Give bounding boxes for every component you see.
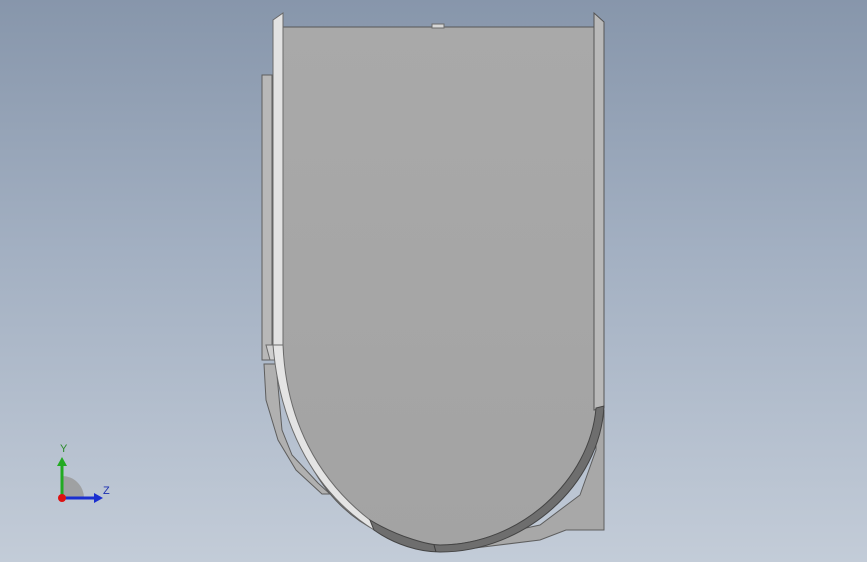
orientation-triad: Y Z (40, 440, 120, 510)
z-axis-label: Z (103, 485, 110, 497)
main-face (282, 26, 597, 546)
graphics-viewport[interactable]: Y Z (0, 0, 867, 562)
right-side-plate (593, 11, 605, 411)
z-axis-arrow-icon (94, 493, 103, 503)
y-axis-arrow-icon (57, 457, 67, 466)
triad-plane-quadrant (62, 476, 84, 498)
top-nub (431, 23, 445, 29)
y-axis-label: Y (60, 443, 68, 455)
triad-graphic (57, 457, 103, 503)
x-axis-point-icon (58, 494, 66, 502)
part-model[interactable] (0, 0, 867, 562)
